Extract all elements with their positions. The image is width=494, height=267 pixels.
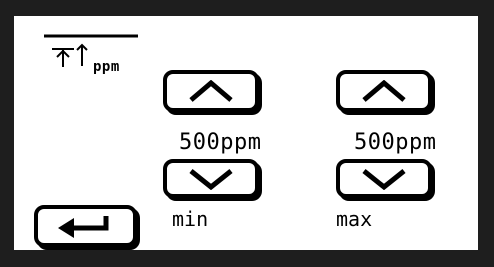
chevron-down-icon bbox=[189, 168, 233, 190]
min-label: min bbox=[172, 207, 209, 231]
lcd-screen: ppm 500ppm 500ppm min max bbox=[14, 16, 478, 250]
enter-button[interactable] bbox=[34, 205, 137, 247]
chevron-up-icon bbox=[362, 80, 406, 102]
upper-limit-icon bbox=[44, 34, 138, 67]
min-increase-button[interactable] bbox=[163, 70, 259, 112]
chevron-down-icon bbox=[362, 168, 406, 190]
min-value: 500ppm bbox=[179, 130, 262, 155]
min-decrease-button[interactable] bbox=[163, 159, 259, 198]
max-label: max bbox=[336, 207, 373, 231]
unit-label: ppm bbox=[93, 59, 120, 75]
max-value: 500ppm bbox=[354, 130, 437, 155]
return-arrow-icon bbox=[57, 216, 108, 238]
max-decrease-button[interactable] bbox=[336, 159, 432, 198]
chevron-up-icon bbox=[189, 80, 233, 102]
max-increase-button[interactable] bbox=[336, 70, 432, 112]
